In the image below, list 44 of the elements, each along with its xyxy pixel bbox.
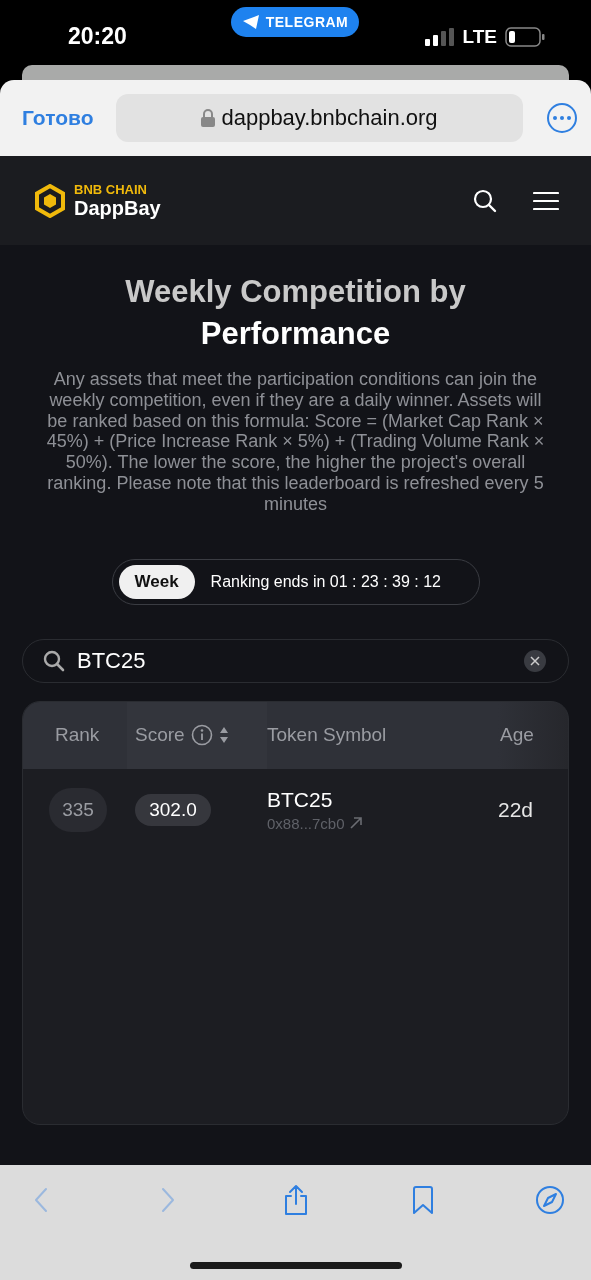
brand-label: BNB CHAIN [74, 181, 148, 197]
token-symbol: BTC25 [267, 787, 334, 812]
rank-badge: 335 [49, 787, 107, 832]
paper-plane-icon [241, 14, 260, 30]
bookmark-icon [410, 1185, 435, 1215]
token-address: 0x88...7cb0 [267, 814, 345, 832]
column-header: Token Symbol [267, 724, 388, 747]
info-icon[interactable] [190, 724, 213, 747]
search-field[interactable]: BTC25 [77, 647, 512, 674]
address-bar[interactable]: dappbay.bnbchain.org [116, 94, 523, 142]
back-icon [34, 1187, 48, 1213]
pill-label: TELEGRAM [265, 14, 349, 30]
sort-icon[interactable] [218, 726, 229, 745]
url-text: dappbay.bnbchain.org [221, 105, 438, 131]
telegram-pill[interactable]: TELEGRAM [231, 7, 359, 37]
share-icon [282, 1184, 309, 1216]
cube-logo-icon [34, 183, 66, 218]
compass-icon [535, 1185, 565, 1215]
column-header: Rank [54, 724, 101, 747]
period-tab[interactable]: Week [118, 564, 195, 599]
forward-icon [161, 1187, 176, 1213]
token-age: 22d [498, 797, 535, 822]
network-label: LTE [462, 25, 497, 48]
battery-icon [505, 26, 545, 47]
score-badge: 302.0 [135, 793, 211, 826]
more-button[interactable] [547, 103, 577, 133]
clock: 20:20 [68, 23, 127, 50]
lock-icon [201, 109, 216, 127]
site-name: DappBay [74, 196, 161, 220]
external-link-icon[interactable] [348, 816, 363, 831]
description: Any assets that meet the participation conditions can join the weekly competition, even if they are a daily winner. Assets will be ranked based on this formula: Score = (Market Cap Rank × 45%) + (Price Increase Rank × 5%) + (Trading Volume Rank × 50%). The lower the score, the higher the project's overall ranking. Please note that this leaderboard is refreshed every 5 minutes [45, 369, 546, 515]
clear-button[interactable] [524, 649, 546, 672]
search-button[interactable] [473, 188, 497, 213]
column-header[interactable]: Score [135, 724, 185, 747]
page-title: Weekly Competition by [124, 273, 467, 311]
page-title: Performance [199, 315, 392, 353]
countdown-text: Ranking ends in 01 : 23 : 39 : 12 [210, 572, 441, 591]
menu-button[interactable] [533, 190, 559, 211]
column-header: Age [500, 724, 534, 747]
compass-button[interactable] [535, 1183, 565, 1217]
close-icon [530, 655, 540, 666]
signal-icon [424, 27, 455, 46]
search-icon [43, 649, 65, 672]
done-button[interactable]: Готово [22, 106, 116, 130]
